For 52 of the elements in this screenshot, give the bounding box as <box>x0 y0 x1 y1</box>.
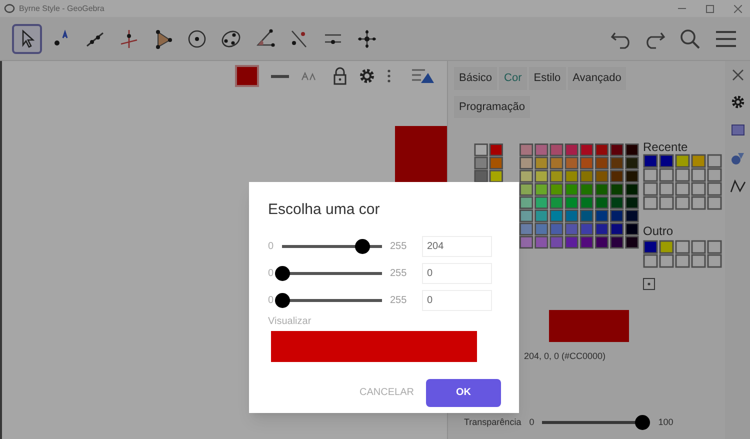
properties-tab[interactable]: Básico <box>454 67 498 90</box>
more-options-icon[interactable] <box>387 69 391 83</box>
tool-button[interactable] <box>12 24 42 54</box>
lock-icon[interactable] <box>333 67 347 85</box>
value-input[interactable]: 0 <box>422 290 492 310</box>
slider-max: 255 <box>390 240 408 254</box>
properties-tab[interactable]: Estilo <box>528 67 566 90</box>
menu-icon[interactable] <box>714 28 738 48</box>
settings-icon[interactable] <box>730 95 744 109</box>
circle-icon <box>186 28 208 50</box>
toggle-panel-icon[interactable] <box>411 68 435 84</box>
properties-tab[interactable]: Avançado <box>568 67 626 90</box>
dialog-title: Escolha uma cor <box>268 200 381 220</box>
color-button[interactable] <box>235 65 259 87</box>
text-size-icon[interactable] <box>301 71 317 81</box>
slider-thumb[interactable] <box>275 292 290 308</box>
value-input[interactable]: 0 <box>422 262 492 284</box>
graph-icon[interactable] <box>730 179 746 193</box>
angle-icon <box>254 28 276 50</box>
transparency-label: Transparência <box>464 416 522 429</box>
preview-label: Visualizar <box>268 314 312 328</box>
properties-tab[interactable]: Programação <box>454 96 530 118</box>
search-icon[interactable] <box>678 28 702 50</box>
other-colors-drawing[interactable] <box>643 240 725 270</box>
move-icon <box>356 28 378 50</box>
shapes-icon[interactable] <box>730 151 746 165</box>
value-input[interactable]: 204 <box>422 236 492 256</box>
settings-icon[interactable] <box>359 68 375 84</box>
other-label: Outro <box>643 223 674 240</box>
slider-min: 0 <box>268 266 275 280</box>
perpendicular-icon <box>118 28 140 50</box>
slider-max: 255 <box>390 294 408 308</box>
close-icon[interactable] <box>734 4 742 12</box>
ok-button[interactable]: OK <box>426 378 501 406</box>
slider-thumb[interactable] <box>275 266 290 280</box>
slider-thumb[interactable] <box>635 414 650 430</box>
slider-min: 0 <box>268 294 275 308</box>
line-style-icon[interactable] <box>271 74 289 78</box>
slider-max: 255 <box>390 266 408 280</box>
recent-colors-drawing[interactable] <box>643 154 725 212</box>
slider-min: 0 <box>268 240 275 254</box>
maximize-icon[interactable] <box>706 4 714 12</box>
color-value: 204, 0, 0 (#CC0000) <box>524 350 606 363</box>
square-icon[interactable] <box>730 123 746 137</box>
recent-label: Recente <box>643 140 689 154</box>
close-icon[interactable] <box>732 69 744 81</box>
slider-thumb[interactable] <box>355 238 370 254</box>
add-color-icon[interactable] <box>643 278 655 290</box>
transparency-max: 100 <box>658 416 674 428</box>
app-logo-icon <box>4 3 15 14</box>
window-title: Byrne Style - GeoGebra <box>19 2 104 14</box>
transparency-min: 0 <box>529 416 534 428</box>
